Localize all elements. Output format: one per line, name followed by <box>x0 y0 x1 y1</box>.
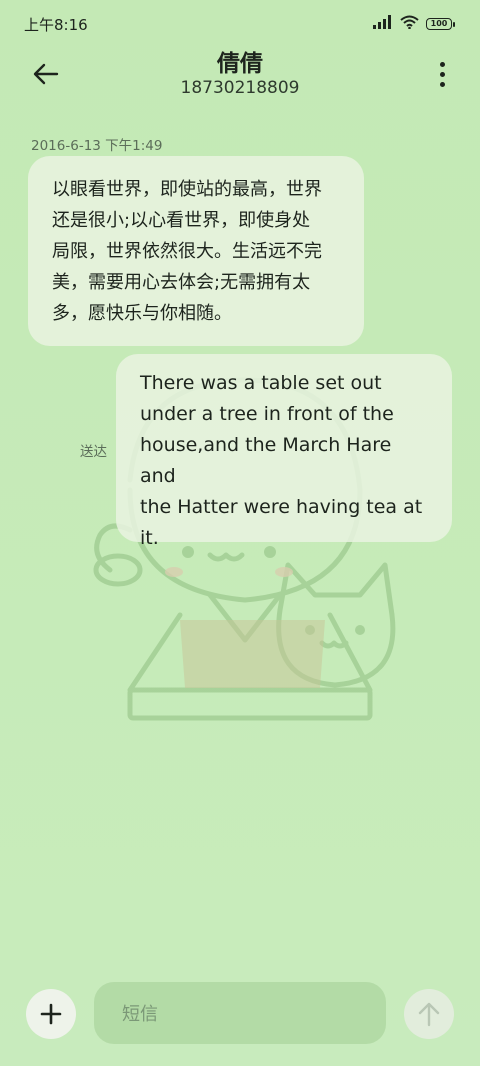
battery-icon: 100 <box>426 17 455 30</box>
wifi-icon <box>400 14 419 33</box>
send-arrow-icon <box>418 1002 440 1027</box>
composer-bar: 短信 <box>0 960 480 1066</box>
more-vertical-icon <box>439 61 445 67</box>
more-options-button[interactable] <box>432 56 452 92</box>
sms-input-placeholder: 短信 <box>122 1004 158 1025</box>
message-timestamp: 2016-6-13 下午1:49 <box>31 138 163 154</box>
status-time: 上午8:16 <box>24 16 88 34</box>
message-line: the Hatter were having tea at <box>140 496 423 518</box>
message-line: under a tree in front of the <box>140 403 394 425</box>
outgoing-message-bubble[interactable]: There was a table set out under a tree i… <box>116 354 452 549</box>
contact-phone-number: 18730218809 <box>180 78 300 98</box>
message-line: it. <box>140 527 159 549</box>
status-bar: 上午8:16 100 <box>0 0 480 44</box>
delivery-status: 送达 <box>80 444 107 460</box>
add-attachment-button[interactable] <box>26 989 76 1039</box>
message-line: There was a table set out <box>140 372 382 394</box>
message-line: 局限，世界依然很大。生活远不完 <box>52 241 322 262</box>
sms-input[interactable]: 短信 <box>94 982 386 1044</box>
status-icons: 100 <box>373 14 455 33</box>
conversation-screen: 上午8:16 100 倩倩 18730218809 2016-6-13 下午1:… <box>0 0 480 1066</box>
message-line: 美，需要用心去体会;无需拥有太 <box>52 272 311 293</box>
send-button[interactable] <box>404 989 454 1039</box>
message-line: house,and the March Hare and <box>140 434 392 487</box>
message-line: 以眼看世界，即使站的最高，世界 <box>52 179 322 200</box>
battery-level: 100 <box>430 19 448 28</box>
contact-name: 倩倩 <box>217 51 263 77</box>
message-line: 还是很小;以心看世界，即使身处 <box>52 210 311 231</box>
message-line: 多，愿快乐与你相随。 <box>52 303 232 324</box>
conversation-header: 倩倩 18730218809 <box>0 44 480 110</box>
plus-icon <box>40 1003 62 1025</box>
signal-icon <box>373 14 393 33</box>
incoming-message-bubble[interactable]: 以眼看世界，即使站的最高，世界 还是很小;以心看世界，即使身处 局限，世界依然很… <box>28 156 364 346</box>
